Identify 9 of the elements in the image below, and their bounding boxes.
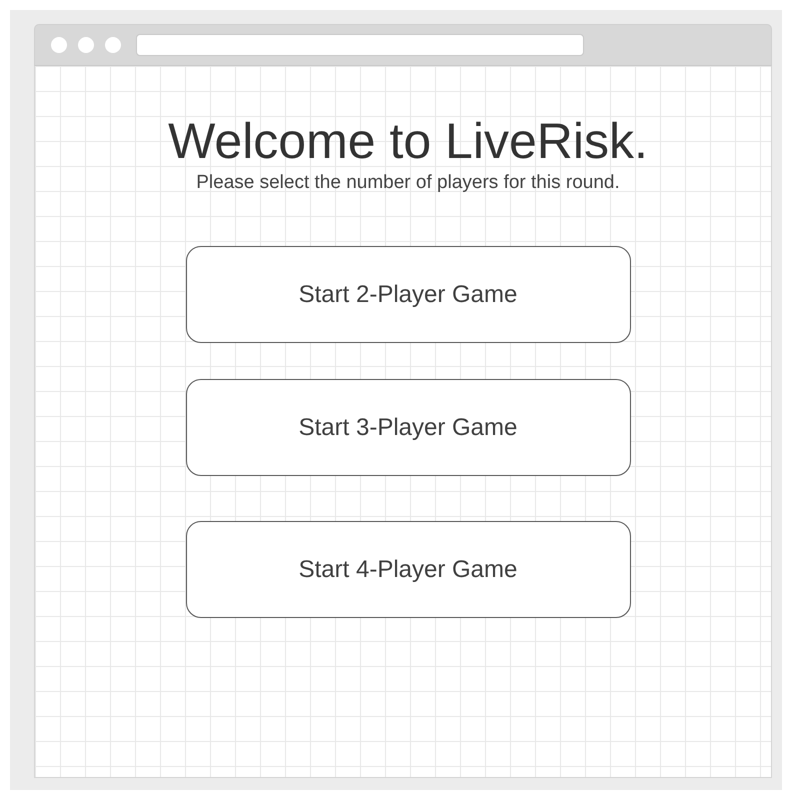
instruction-text: Please select the number of players for this round. — [196, 172, 620, 194]
window-control-icon[interactable] — [105, 37, 121, 53]
window-control-icon[interactable] — [51, 37, 67, 53]
start-game-button[interactable]: Start 4-Player Game — [186, 521, 630, 618]
window-control-icon[interactable] — [78, 37, 94, 53]
address-field[interactable] — [136, 34, 584, 56]
welcome-title: Welcome to LiveRisk. — [168, 114, 648, 168]
start-game-button[interactable]: Start 3-Player Game — [186, 379, 630, 476]
start-game-button[interactable]: Start 2-Player Game — [186, 246, 630, 343]
